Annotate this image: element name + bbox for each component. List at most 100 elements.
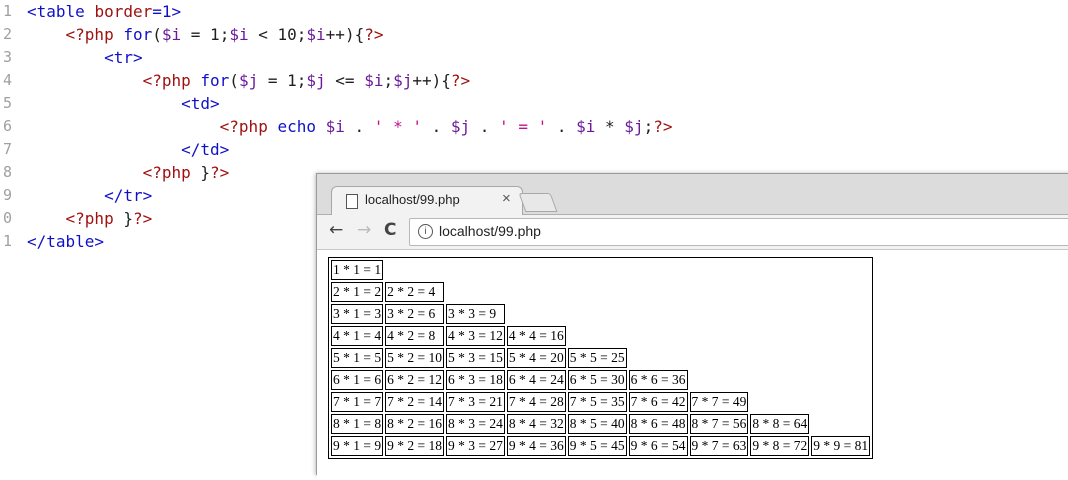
code-token: ( xyxy=(229,71,239,90)
code-token: ?> xyxy=(210,163,230,182)
code-text: <?php }?> xyxy=(27,207,153,230)
code-token: ; xyxy=(296,25,307,44)
table-cell: 4 * 1 = 4 xyxy=(331,326,384,346)
table-cell: 6 * 5 = 30 xyxy=(567,370,627,390)
code-token: <tr> xyxy=(104,48,143,67)
table-cell: 8 * 5 = 40 xyxy=(567,414,627,434)
reload-icon[interactable]: C xyxy=(384,220,396,240)
table-cell: 6 * 4 = 24 xyxy=(506,370,566,390)
table-cell: 6 * 2 = 12 xyxy=(385,370,444,390)
code-token: 10 xyxy=(277,25,297,44)
multiplication-table: 1 * 1 = 12 * 1 = 22 * 2 = 43 * 1 = 33 * … xyxy=(328,257,874,459)
browser-window: localhost/99.php × ← → C i localhost/99.… xyxy=(316,173,1068,480)
code-token: <?php xyxy=(65,25,124,44)
code-token: for xyxy=(200,71,230,90)
line-number: 2 xyxy=(2,25,12,43)
table-cell: 7 * 2 = 14 xyxy=(385,392,444,412)
code-token: * xyxy=(595,117,625,136)
code-text: </td> xyxy=(27,138,229,161)
table-cell: 6 * 3 = 18 xyxy=(446,370,505,390)
code-token: } xyxy=(123,209,133,228)
table-cell: 8 * 1 = 8 xyxy=(331,414,384,434)
code-token: $j xyxy=(393,71,413,90)
table-cell: 9 * 2 = 18 xyxy=(385,436,444,456)
code-token: $j xyxy=(450,117,471,136)
code-token: $j xyxy=(306,71,326,90)
table-cell: 7 * 5 = 35 xyxy=(567,392,627,412)
info-icon[interactable]: i xyxy=(418,224,433,239)
code-token: 1 xyxy=(287,71,297,90)
table-cell: 4 * 2 = 8 xyxy=(385,326,444,346)
table-row: 2 * 1 = 22 * 2 = 4 xyxy=(331,282,870,302)
browser-tab[interactable]: localhost/99.php × xyxy=(331,186,523,216)
table-cell: 8 * 3 = 24 xyxy=(446,414,505,434)
code-token: } xyxy=(200,163,211,182)
code-token: $i xyxy=(229,25,249,44)
code-token: $i xyxy=(364,71,384,90)
table-cell: 8 * 8 = 64 xyxy=(750,414,810,434)
code-token: $i xyxy=(325,117,345,136)
code-text: </table> xyxy=(27,230,104,253)
code-token: $i xyxy=(576,117,596,136)
table-cell: 7 * 4 = 28 xyxy=(506,392,566,412)
line-number: 0 xyxy=(2,209,12,227)
line-number: 1 xyxy=(2,2,12,20)
code-token: for xyxy=(123,25,153,44)
back-icon[interactable]: ← xyxy=(329,220,343,240)
table-cell: 9 * 7 = 63 xyxy=(689,436,749,456)
table-cell: 5 * 2 = 10 xyxy=(385,348,444,368)
code-token: = xyxy=(258,71,288,90)
code-token: <?php xyxy=(142,163,201,182)
url-text[interactable]: localhost/99.php xyxy=(439,223,541,239)
line-number: 6 xyxy=(2,117,12,135)
code-token: ?> xyxy=(132,209,153,228)
line-number: 4 xyxy=(2,71,12,89)
table-cell: 9 * 6 = 54 xyxy=(628,436,688,456)
line-number: 9 xyxy=(2,186,12,204)
code-token: <td> xyxy=(181,94,220,113)
code-token: </table> xyxy=(27,232,105,251)
code-token: =1> xyxy=(152,2,182,21)
table-row: 1 * 1 = 1 xyxy=(331,260,870,280)
new-tab-button[interactable] xyxy=(518,193,558,212)
code-token: ( xyxy=(152,25,162,44)
table-cell: 4 * 4 = 16 xyxy=(506,326,566,346)
table-cell: 5 * 5 = 25 xyxy=(567,348,627,368)
table-row: 4 * 1 = 44 * 2 = 84 * 3 = 12 4 * 4 = 16 xyxy=(331,326,870,346)
code-token: ' * ' xyxy=(373,117,422,136)
table-cell: 2 * 1 = 2 xyxy=(331,282,384,302)
browser-toolbar: ← → C i localhost/99.php xyxy=(317,215,1068,250)
table-cell: 7 * 7 = 49 xyxy=(689,392,749,412)
page-viewport: 1 * 1 = 12 * 1 = 22 * 2 = 43 * 1 = 33 * … xyxy=(317,250,1068,480)
table-cell: 8 * 6 = 48 xyxy=(628,414,688,434)
table-cell: 6 * 6 = 36 xyxy=(628,370,688,390)
table-cell: 9 * 4 = 36 xyxy=(506,436,566,456)
code-token: ; xyxy=(643,117,654,136)
code-token: ; xyxy=(296,71,307,90)
forward-icon[interactable]: → xyxy=(357,220,371,240)
line-number: 7 xyxy=(2,140,12,158)
code-token: ?> xyxy=(450,71,471,90)
code-token: . xyxy=(421,117,451,136)
table-cell: 9 * 9 = 81 xyxy=(811,436,871,456)
code-token: $j xyxy=(238,71,259,90)
code-token: < xyxy=(248,25,278,44)
table-row: 6 * 1 = 66 * 2 = 12 6 * 3 = 18 6 * 4 = 24 6… xyxy=(331,370,870,390)
table-cell: 7 * 6 = 42 xyxy=(628,392,688,412)
code-text: <?php for($j = 1;$j <= $i;$j++){?> xyxy=(27,69,471,92)
address-bar[interactable]: i localhost/99.php xyxy=(409,218,1068,246)
close-tab-icon[interactable]: × xyxy=(502,190,511,207)
table-cell: 7 * 3 = 21 xyxy=(446,392,505,412)
table-cell: 7 * 1 = 7 xyxy=(331,392,384,412)
table-cell: 9 * 8 = 72 xyxy=(750,436,810,456)
table-cell: 8 * 2 = 16 xyxy=(385,414,444,434)
table-cell: 3 * 1 = 3 xyxy=(331,304,384,324)
table-row: 5 * 1 = 55 * 2 = 10 5 * 3 = 15 5 * 4 = 20 5… xyxy=(331,348,870,368)
